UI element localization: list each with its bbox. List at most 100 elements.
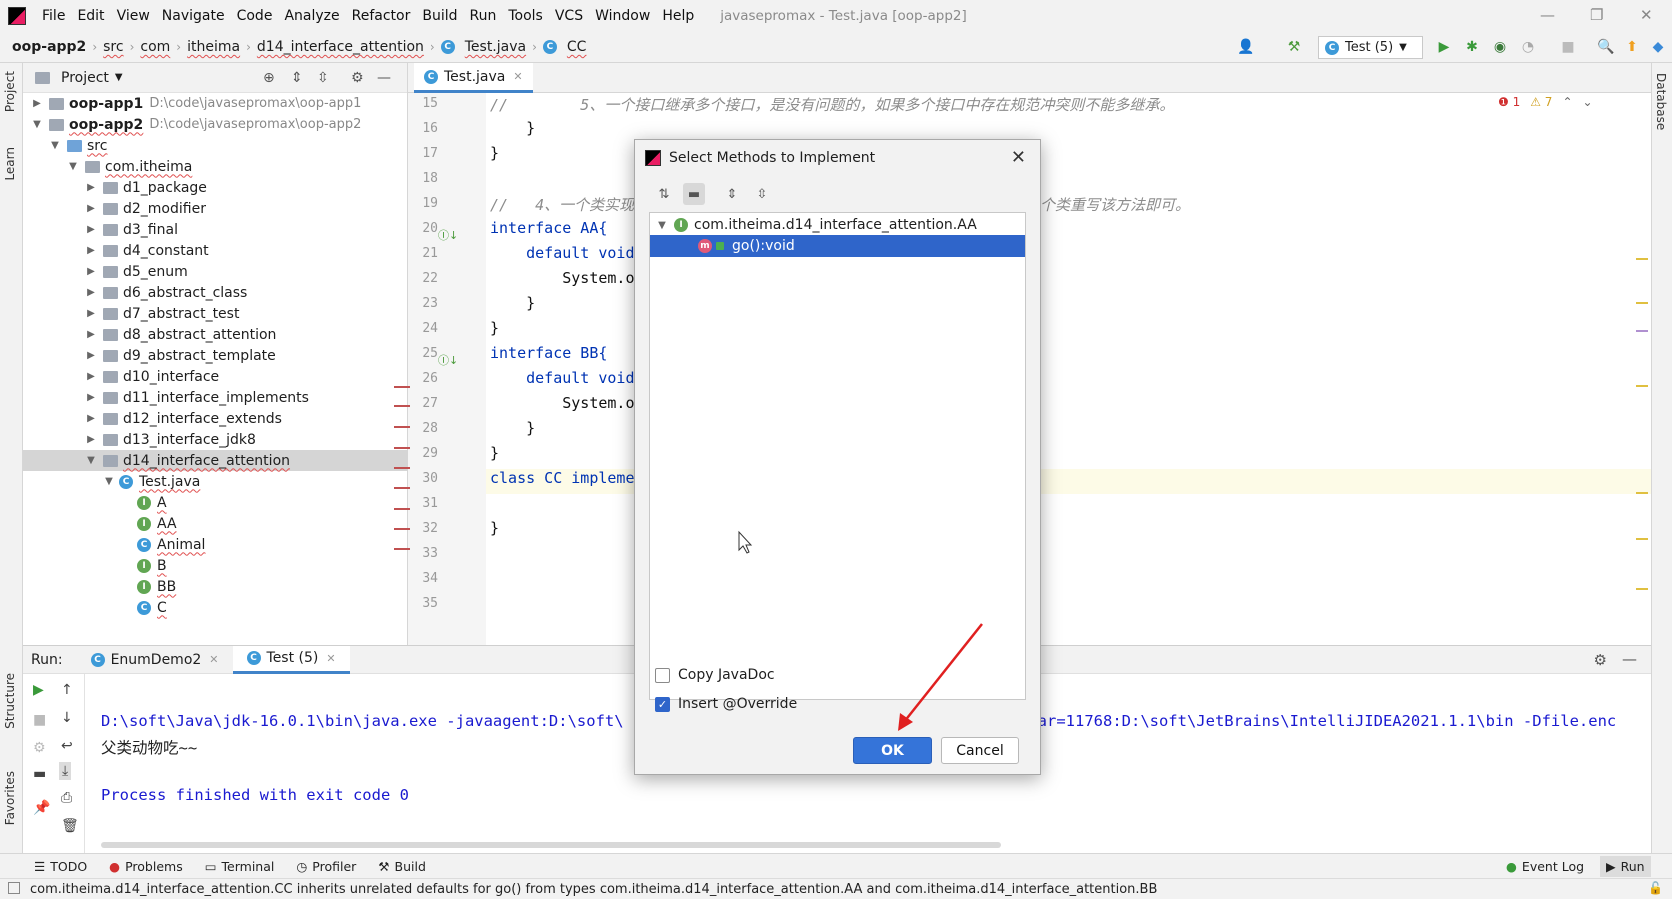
tree-item-package[interactable]: ▶ d9_abstract_template: [23, 345, 408, 366]
menu-help[interactable]: Help: [656, 8, 700, 24]
gear-icon[interactable]: ⚙: [1594, 651, 1607, 669]
tree-item-class[interactable]: IA: [23, 492, 408, 513]
build-tab[interactable]: ⚒ Build: [378, 859, 426, 874]
soft-wrap-icon[interactable]: ↩: [61, 738, 73, 754]
menu-code[interactable]: Code: [231, 8, 279, 24]
horizontal-scrollbar[interactable]: [101, 842, 1001, 848]
tree-item-package[interactable]: ▶ d3_final: [23, 219, 408, 240]
run-icon[interactable]: ▶: [1436, 39, 1452, 55]
debug-icon[interactable]: ✱: [1464, 39, 1480, 55]
editor-tab-test-java[interactable]: C Test.java ✕: [414, 63, 533, 93]
tree-item-package[interactable]: ▶ d6_abstract_class: [23, 282, 408, 303]
collapse-all-icon[interactable]: ⇳: [317, 70, 329, 86]
tree-item-class[interactable]: I AA: [23, 513, 408, 534]
tree-item-package[interactable]: ▶ d11_interface_implements: [23, 387, 408, 408]
collapse-all-icon[interactable]: ⇳: [751, 183, 773, 205]
breadcrumb-package[interactable]: d14_interface_attention: [253, 39, 428, 55]
cancel-button[interactable]: Cancel: [941, 737, 1019, 764]
tree-item-package[interactable]: ▶ d8_abstract_attention: [23, 324, 408, 345]
stop-icon[interactable]: ■: [33, 712, 46, 728]
terminal-tab[interactable]: ▭ Terminal: [205, 859, 275, 874]
gear-icon[interactable]: ⚙: [351, 70, 364, 86]
breadcrumb-project[interactable]: oop-app2: [8, 39, 90, 55]
menu-tools[interactable]: Tools: [502, 8, 549, 24]
breadcrumb-itheima[interactable]: itheima: [183, 39, 244, 55]
run-tab-enumdemo2[interactable]: C EnumDemo2 ✕: [77, 646, 233, 674]
expand-all-icon[interactable]: ⇕: [721, 183, 743, 205]
ok-button[interactable]: OK: [853, 737, 932, 764]
hide-icon[interactable]: —: [377, 70, 391, 86]
tree-item-package[interactable]: ▶ d12_interface_extends: [23, 408, 408, 429]
run-tab-test5[interactable]: C Test (5) ✕: [232, 645, 350, 674]
tree-item-package[interactable]: ▶ d7_abstract_test: [23, 303, 408, 324]
event-log-tab[interactable]: ● Event Log: [1506, 859, 1584, 874]
inspection-widget[interactable]: ❶ 1 ⚠ 7 ⌃ ⌄: [1498, 95, 1593, 109]
close-window-icon[interactable]: ✕: [1640, 6, 1653, 24]
stop-icon[interactable]: ■: [1560, 39, 1576, 55]
breadcrumb-file[interactable]: Test.java: [461, 39, 530, 55]
menu-navigate[interactable]: Navigate: [156, 8, 231, 24]
tree-item-src[interactable]: ▼ src: [23, 135, 408, 156]
scroll-to-end-icon[interactable]: ⤓: [59, 762, 72, 780]
layout-icon[interactable]: ▬: [33, 766, 46, 782]
learn-tool-tab[interactable]: Learn: [3, 147, 17, 181]
restore-layout-icon[interactable]: ⚙: [33, 740, 46, 756]
print-icon[interactable]: ⎙: [61, 790, 72, 806]
user-icon[interactable]: 👤: [1237, 39, 1254, 55]
insert-override-checkbox[interactable]: ✓: [655, 696, 670, 712]
menu-analyze[interactable]: Analyze: [278, 8, 345, 24]
menu-window[interactable]: Window: [589, 8, 656, 24]
implemented-gutter-icon[interactable]: Ⓘ↓: [438, 227, 458, 243]
breadcrumb-class[interactable]: CC: [563, 39, 591, 55]
insert-override-option[interactable]: ✓ Insert @Override: [655, 696, 797, 712]
todo-tab[interactable]: ☰ TODO: [34, 859, 87, 874]
chevron-down-icon[interactable]: ▼: [115, 72, 123, 83]
database-tool-tab[interactable]: Database: [1654, 73, 1668, 130]
tree-item-file[interactable]: ▼ C Test.java: [23, 471, 408, 492]
update-icon[interactable]: ⬆: [1624, 39, 1640, 55]
arrow-up-icon[interactable]: ↑: [61, 682, 73, 698]
menu-file[interactable]: File: [36, 8, 71, 24]
coverage-icon[interactable]: ◉: [1492, 39, 1508, 55]
project-title[interactable]: Project: [61, 70, 109, 86]
close-tab-icon[interactable]: ✕: [209, 653, 218, 666]
close-tab-icon[interactable]: ✕: [326, 652, 335, 665]
tree-node-interface[interactable]: ▼ I com.itheima.d14_interface_attention.…: [650, 214, 1025, 236]
tree-item-class[interactable]: I BB: [23, 576, 408, 597]
run-tab[interactable]: ▶ Run: [1600, 855, 1651, 877]
method-tree[interactable]: ▼ I com.itheima.d14_interface_attention.…: [649, 212, 1026, 700]
restore-icon[interactable]: ❐: [1590, 6, 1603, 24]
menu-build[interactable]: Build: [416, 8, 463, 24]
problems-tab[interactable]: ● Problems: [109, 859, 183, 874]
rerun-icon[interactable]: ▶: [33, 682, 44, 698]
tree-item-class[interactable]: C Animal: [23, 534, 408, 555]
menu-vcs[interactable]: VCS: [549, 8, 589, 24]
structure-tool-tab[interactable]: Structure: [3, 673, 17, 729]
breadcrumb-src[interactable]: src: [99, 39, 127, 55]
breadcrumb-com[interactable]: com: [136, 39, 174, 55]
status-message[interactable]: com.itheima.d14_interface_attention.CC i…: [30, 882, 1157, 897]
pin-icon[interactable]: 📌: [33, 800, 50, 816]
chevron-up-icon[interactable]: ⌃: [1562, 95, 1572, 109]
favorites-tool-tab[interactable]: Favorites: [3, 771, 17, 825]
minimize-icon[interactable]: —: [1540, 6, 1555, 24]
copy-javadoc-checkbox[interactable]: [655, 667, 670, 683]
sort-alphabetically-icon[interactable]: ⇅: [653, 183, 675, 205]
tree-item-package[interactable]: ▶ d4_constant: [23, 240, 408, 261]
tree-item-oop-app1[interactable]: ▶ oop-app1 D:\code\javasepromax\oop-app1: [23, 93, 408, 114]
arrow-down-icon[interactable]: ↓: [61, 710, 73, 726]
close-icon[interactable]: ✕: [1011, 147, 1026, 168]
tree-node-method[interactable]: m go():void: [650, 235, 1025, 257]
menu-view[interactable]: View: [111, 8, 156, 24]
profile-icon[interactable]: ◔: [1520, 39, 1536, 55]
close-tab-icon[interactable]: ✕: [513, 70, 522, 83]
run-configuration-select[interactable]: C Test (5) ▼: [1318, 36, 1423, 59]
expand-all-icon[interactable]: ⇕: [291, 70, 303, 86]
tree-item-package[interactable]: ▶ d2_modifier: [23, 198, 408, 219]
tree-item-class[interactable]: IB: [23, 555, 408, 576]
tree-item-package[interactable]: ▶ d13_interface_jdk8: [23, 429, 408, 450]
tree-item-oop-app2[interactable]: ▼ oop-app2 D:\code\javasepromax\oop-app2: [23, 114, 408, 135]
locate-icon[interactable]: ⊕: [263, 70, 275, 86]
chevron-down-icon[interactable]: ⌄: [1583, 95, 1593, 109]
trash-icon[interactable]: 🗑: [61, 818, 79, 834]
